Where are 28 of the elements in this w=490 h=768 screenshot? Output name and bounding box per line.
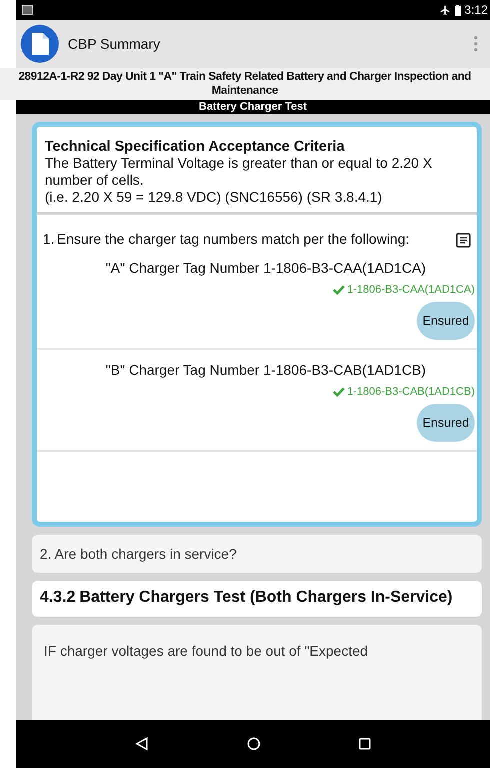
criteria-text: The Battery Terminal Voltage is greater than or equal to 2.20 X number of cells. (45, 155, 434, 189)
check-label: "B" Charger Tag Number 1-1806-B3-CAB(1AD1CB) (104, 362, 428, 378)
step-row[interactable]: 2. Are both chargers in service? (32, 535, 482, 573)
battery-icon (454, 4, 461, 16)
criteria-heading: Technical Specification Acceptance Criteria (45, 139, 346, 155)
section-title: Battery Charger Test (16, 100, 490, 114)
entered-value: 1-1806-B3-CAB(1AD1CB) (347, 386, 475, 398)
clock-time: 3:12 (464, 3, 488, 17)
step-text: Ensure the charger tag numbers match per the following: (57, 231, 411, 248)
back-icon[interactable] (135, 737, 149, 751)
recents-icon[interactable] (359, 738, 371, 750)
entered-value: 1-1806-B3-CAA(1AD1CA) (347, 284, 475, 296)
app-title: CBP Summary (68, 36, 162, 52)
section-heading: Battery Chargers Test (Both Chargers In-Service) (80, 589, 453, 607)
step-number: 1. (43, 231, 56, 247)
step-question: 2. Are both chargers in service? (40, 546, 237, 562)
picture-notification-icon (22, 5, 33, 15)
home-icon[interactable] (247, 737, 261, 751)
criteria-text: (i.e. 2.20 X 59 = 129.8 VDC) (SNC16556) (SR 3.8.4.1) (45, 189, 384, 206)
ensured-button[interactable]: Ensured (417, 302, 475, 340)
ensured-button[interactable]: Ensured (417, 404, 475, 442)
airplane-icon (440, 4, 451, 16)
notes-icon[interactable] (456, 233, 471, 248)
document-logo-icon[interactable] (20, 24, 60, 64)
check-label: "A" Charger Tag Number 1-1806-B3-CAA(1AD1CA) (104, 260, 428, 276)
procedure-title: 28912A-1-R2 92 Day Unit 1 "A" Train Safety Related Battery and Charger Inspection and Maintenance (0, 68, 490, 100)
section-number: 4.3.2 (40, 589, 76, 607)
note-text: IF charger voltages are found to be out of "Expected (44, 643, 368, 659)
